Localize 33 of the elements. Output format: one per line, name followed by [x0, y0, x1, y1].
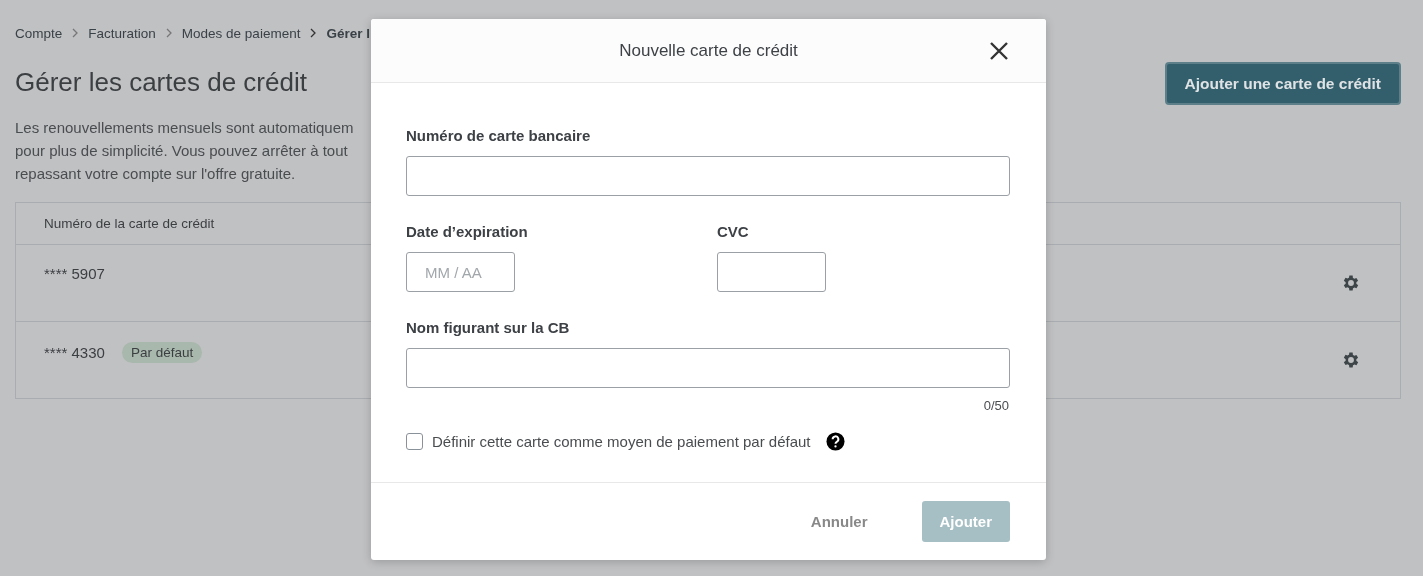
settings-icon[interactable] — [1341, 273, 1361, 293]
chevron-icon — [309, 28, 318, 38]
character-counter: 0/50 — [983, 398, 1009, 413]
field-label: Numéro de carte bancaire — [406, 127, 591, 144]
chevron-icon — [71, 28, 80, 38]
page-title: Gérer les cartes de crédit — [15, 67, 308, 98]
breadcrumb-link[interactable]: Gérer l — [326, 25, 370, 41]
add-card-button[interactable]: Ajouter une carte de crédit — [1164, 62, 1401, 105]
column-header: Numéro de la carte de crédit — [44, 216, 215, 231]
input-field[interactable]: MM / AA — [406, 252, 515, 292]
close-icon[interactable] — [988, 40, 1010, 62]
checkbox[interactable] — [406, 433, 423, 450]
description-text: pour plus de simplicité. Vous pouvez arrêter à tout — [15, 141, 348, 161]
breadcrumb-link[interactable]: Compte — [15, 25, 63, 41]
field-label: CVC — [717, 223, 749, 240]
breadcrumb-link[interactable]: Facturation — [88, 25, 156, 41]
card-number: **** 5907 — [44, 265, 105, 282]
input-field[interactable] — [406, 348, 1010, 388]
input-field[interactable] — [717, 252, 826, 292]
input-field[interactable] — [406, 156, 1010, 196]
chevron-icon — [164, 28, 173, 38]
checkbox-label[interactable]: Définir cette carte comme moyen de paiement par défaut — [432, 433, 811, 450]
help-icon[interactable] — [825, 432, 845, 451]
cancel-button[interactable]: Annuler — [792, 501, 886, 542]
settings-icon[interactable] — [1341, 350, 1361, 370]
default-badge: Par défaut — [121, 342, 203, 363]
dialog-title: Nouvelle carte de crédit — [619, 40, 798, 61]
breadcrumb-link[interactable]: Modes de paiement — [181, 25, 301, 41]
field-label: Nom figurant sur la CB — [406, 319, 570, 336]
description-text: Les renouvellements mensuels sont automatiquem — [15, 118, 354, 138]
card-number: **** 4330 — [44, 344, 105, 361]
field-label: Date d’expiration — [406, 223, 528, 240]
description-text: repassant votre compte sur l'offre gratuite. — [15, 164, 296, 184]
